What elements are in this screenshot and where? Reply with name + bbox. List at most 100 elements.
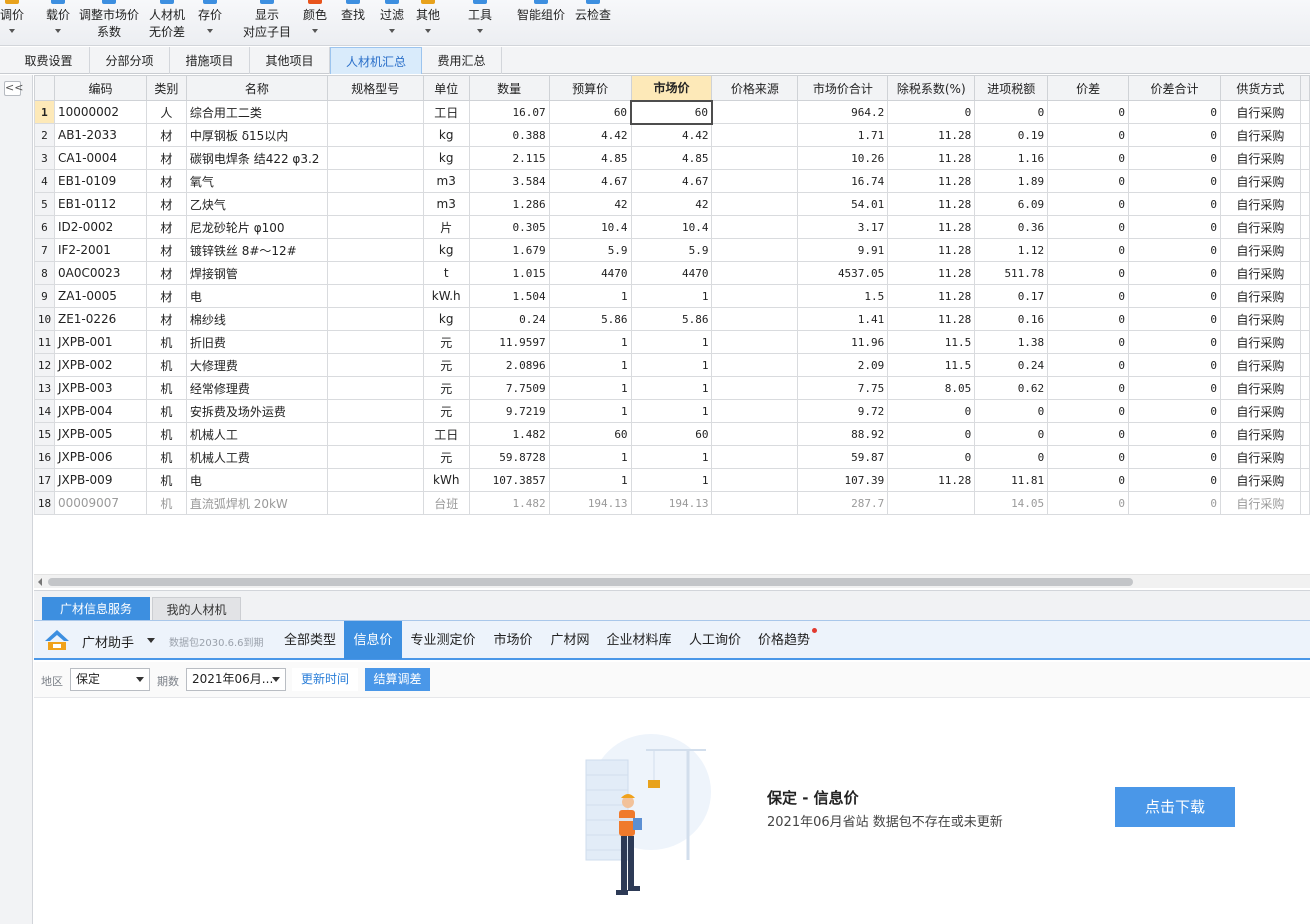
code-cell[interactable]: EB1-0112 (53, 192, 147, 216)
market-total-cell[interactable]: 59.87 (797, 445, 889, 469)
code-cell[interactable]: ZE1-0226 (53, 307, 147, 331)
code-cell[interactable]: JXPB-009 (53, 468, 147, 492)
price-source-cell[interactable] (711, 100, 799, 124)
adjust-price-button[interactable]: 调价 (0, 0, 30, 46)
supply-method-cell[interactable]: 自行采购 (1219, 445, 1301, 469)
category-cell[interactable]: 机 (145, 353, 187, 377)
tax-coef-cell[interactable]: 11.28 (887, 284, 976, 308)
name-cell[interactable]: 综合用工二类 (185, 100, 328, 124)
supply-method-cell[interactable]: 自行采购 (1219, 146, 1301, 170)
other-button[interactable]: 其他 (412, 0, 444, 46)
code-cell[interactable]: AB1-2033 (53, 123, 147, 147)
name-cell[interactable]: 镀锌铁丝 8#～12# (185, 238, 328, 262)
supply-method-cell[interactable]: 自行采购 (1219, 238, 1301, 262)
price-source-cell[interactable] (711, 192, 799, 216)
show-sub-items-button[interactable]: 显示 对应子目 (240, 0, 294, 46)
supply-method-cell[interactable]: 自行采购 (1219, 192, 1301, 216)
spec-cell[interactable] (326, 215, 424, 239)
quantity-cell[interactable]: 16.07 (468, 100, 550, 124)
spec-cell[interactable] (326, 445, 424, 469)
tab-all-types[interactable]: 全部类型 (276, 621, 344, 659)
price-diff-total-cell[interactable]: 0 (1128, 261, 1221, 285)
table-row[interactable]: 4 EB1-0109 材氧气 m3 3.584 4.67 4.67 16.74 11.28 1.8… (34, 169, 1310, 193)
price-source-cell[interactable] (711, 215, 799, 239)
input-tax-cell[interactable]: 14.05 (974, 491, 1049, 515)
input-tax-cell[interactable]: 0.62 (974, 376, 1049, 400)
supply-method-cell[interactable]: 自行采购 (1219, 284, 1301, 308)
budget-price-cell[interactable]: 5.86 (548, 307, 632, 331)
quantity-cell[interactable]: 3.584 (468, 169, 550, 193)
market-price-cell[interactable]: 4.85 (630, 146, 713, 170)
supply-method-cell[interactable]: 自行采购 (1219, 215, 1301, 239)
tab-info-price[interactable]: 信息价 (344, 621, 402, 659)
market-price-cell[interactable]: 4.67 (630, 169, 713, 193)
filter-button[interactable]: 过滤 (376, 0, 408, 46)
code-cell[interactable]: JXPB-001 (53, 330, 147, 354)
table-row[interactable]: 12 JXPB-002 机大修理费元 2.0896 1 1 2.09 11.5 0.24 0 0 自行… (34, 353, 1310, 377)
table-row[interactable]: 16 JXPB-006 机机械人工费元 59.8728 1 1 59.87 0 0 0 0 自行采购 (34, 445, 1310, 469)
code-cell[interactable]: CA1-0004 (53, 146, 147, 170)
price-diff-total-cell[interactable]: 0 (1128, 307, 1221, 331)
price-diff-cell[interactable]: 0 (1047, 491, 1130, 515)
spec-cell[interactable] (326, 399, 424, 423)
supply-method-cell[interactable]: 自行采购 (1219, 491, 1301, 515)
name-cell[interactable]: 直流弧焊机 20kW (185, 491, 328, 515)
price-diff-cell[interactable]: 0 (1047, 284, 1130, 308)
unit-cell[interactable]: 元 (422, 399, 470, 423)
tax-coef-cell[interactable]: 11.28 (887, 123, 976, 147)
supply-method-cell[interactable]: 自行采购 (1219, 376, 1301, 400)
column-header-price-source[interactable]: 价格来源 (711, 75, 799, 101)
tax-coef-cell[interactable] (887, 491, 976, 515)
unit-cell[interactable]: kW.h (422, 284, 470, 308)
price-diff-cell[interactable]: 0 (1047, 422, 1130, 446)
unit-cell[interactable]: 台班 (422, 491, 470, 515)
download-button[interactable]: 点击下载 (1115, 787, 1235, 827)
tab-my-resources[interactable]: 我的人材机 (152, 597, 241, 621)
tax-coef-cell[interactable]: 0 (887, 445, 976, 469)
unit-cell[interactable]: 元 (422, 445, 470, 469)
column-header-input-tax[interactable]: 进项税额 (974, 75, 1049, 101)
table-row[interactable]: 10 ZE1-0226 材棉纱线 kg 0.24 5.86 5.86 1.41 11.28 0.1… (34, 307, 1310, 331)
input-tax-cell[interactable]: 0.17 (974, 284, 1049, 308)
unit-cell[interactable]: kg (422, 123, 470, 147)
spec-cell[interactable] (326, 491, 424, 515)
price-diff-total-cell[interactable]: 0 (1128, 100, 1221, 124)
unit-cell[interactable]: kg (422, 146, 470, 170)
market-total-cell[interactable]: 107.39 (797, 468, 889, 492)
budget-price-cell[interactable]: 4470 (548, 261, 632, 285)
tax-coef-cell[interactable]: 0 (887, 422, 976, 446)
material-assistant-label[interactable]: 广材助手 (82, 632, 134, 651)
quantity-cell[interactable]: 0.24 (468, 307, 550, 331)
unit-cell[interactable]: m3 (422, 192, 470, 216)
code-cell[interactable]: 00009007 (53, 491, 147, 515)
unit-cell[interactable]: 片 (422, 215, 470, 239)
market-price-cell[interactable]: 4.42 (630, 123, 713, 147)
color-button[interactable]: 颜色 (298, 0, 332, 46)
supply-method-cell[interactable]: 自行采购 (1219, 468, 1301, 492)
quantity-cell[interactable]: 1.482 (468, 422, 550, 446)
quantity-cell[interactable]: 9.7219 (468, 399, 550, 423)
quantity-cell[interactable]: 2.115 (468, 146, 550, 170)
spec-cell[interactable] (326, 284, 424, 308)
tab-fee-settings[interactable]: 取费设置 (8, 47, 90, 74)
supply-method-cell[interactable]: 自行采购 (1219, 100, 1301, 124)
name-cell[interactable]: 安拆费及场外运费 (185, 399, 328, 423)
price-diff-cell[interactable]: 0 (1047, 238, 1130, 262)
unit-cell[interactable]: 工日 (422, 422, 470, 446)
category-cell[interactable]: 材 (145, 284, 187, 308)
tab-measures[interactable]: 措施项目 (170, 47, 250, 74)
input-tax-cell[interactable]: 0.36 (974, 215, 1049, 239)
name-cell[interactable]: 机械人工费 (185, 445, 328, 469)
spec-cell[interactable] (326, 376, 424, 400)
price-diff-cell[interactable]: 0 (1047, 123, 1130, 147)
budget-price-cell[interactable]: 60 (548, 422, 632, 446)
price-diff-total-cell[interactable]: 0 (1128, 215, 1221, 239)
chevron-down-icon[interactable] (147, 638, 155, 643)
code-cell[interactable]: JXPB-002 (53, 353, 147, 377)
budget-price-cell[interactable]: 4.85 (548, 146, 632, 170)
name-cell[interactable]: 碳钢电焊条 结422 φ3.2 (185, 146, 328, 170)
budget-price-cell[interactable]: 4.42 (548, 123, 632, 147)
market-total-cell[interactable]: 1.41 (797, 307, 889, 331)
collapse-panel-button[interactable]: << (4, 81, 23, 96)
column-header-code[interactable]: 编码 (53, 75, 147, 101)
